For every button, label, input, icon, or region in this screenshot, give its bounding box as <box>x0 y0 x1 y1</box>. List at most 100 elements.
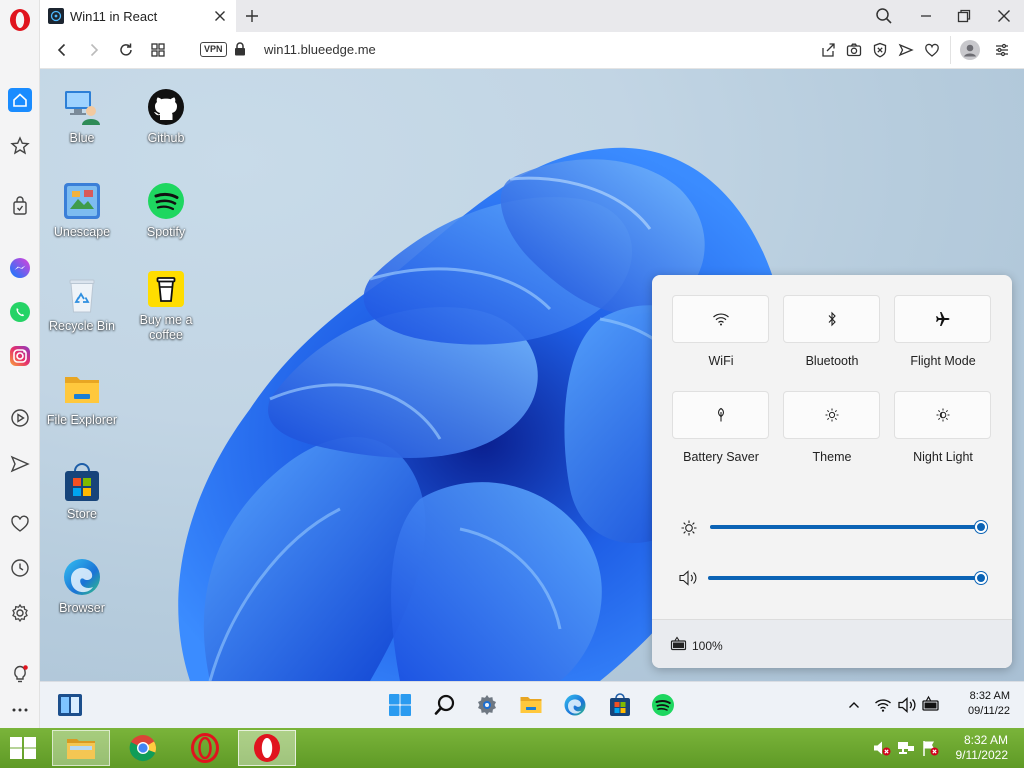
desktop-icon-blue[interactable]: Blue <box>40 87 124 146</box>
send-icon[interactable] <box>8 452 32 476</box>
minimize-icon[interactable] <box>914 4 938 28</box>
more-options-icon[interactable] <box>8 698 32 722</box>
tile-bluetooth[interactable] <box>783 295 880 343</box>
user-computer-icon <box>62 87 102 127</box>
tile-night-light[interactable] <box>894 391 991 439</box>
desktop-icon-github[interactable]: Github <box>124 87 208 146</box>
coffee-icon <box>146 269 186 309</box>
tray-chevron-up-icon[interactable] <box>844 695 864 715</box>
lock-icon[interactable] <box>234 42 248 58</box>
history-clock-icon[interactable] <box>8 556 32 580</box>
desktop-icon-spotify[interactable]: Spotify <box>124 181 208 240</box>
taskbar-clock[interactable]: 8:32 AM 09/11/22 <box>968 689 1010 719</box>
quick-settings-footer: 100% <box>652 619 1012 668</box>
snapshot-camera-icon[interactable] <box>842 38 866 62</box>
desktop-icon-recycle-bin[interactable]: Recycle Bin <box>40 275 124 334</box>
tray-volume-icon[interactable] <box>896 695 918 715</box>
messenger-icon[interactable] <box>8 256 32 280</box>
bookmarks-heart-icon[interactable] <box>8 512 32 536</box>
store-icon <box>62 463 102 503</box>
wifi-icon <box>712 312 730 326</box>
easy-setup-icon[interactable] <box>990 38 1014 62</box>
host-chrome-icon[interactable] <box>114 730 172 766</box>
bookmark-heart-icon[interactable] <box>920 38 944 62</box>
whatsapp-icon[interactable] <box>8 300 32 324</box>
new-tab-plus-icon[interactable] <box>240 4 264 28</box>
search-tabs-icon[interactable] <box>872 4 896 28</box>
brightness-knob[interactable] <box>975 521 987 533</box>
desktop-icon-browser[interactable]: Browser <box>40 557 124 616</box>
tile-theme[interactable] <box>783 391 880 439</box>
volume-knob[interactable] <box>975 572 987 584</box>
win11-taskbar: 8:32 AM 09/11/22 <box>40 681 1024 728</box>
reload-icon[interactable] <box>114 38 138 62</box>
desktop-icon-label: Spotify <box>146 225 186 239</box>
host-opera-icon[interactable] <box>238 730 296 766</box>
host-volume-muted-icon[interactable] <box>872 739 892 757</box>
desktop-icon-label: Browser <box>59 601 105 615</box>
shopping-bag-icon[interactable] <box>8 194 32 218</box>
tile-wifi[interactable] <box>672 295 769 343</box>
tab-favicon-icon <box>48 8 64 24</box>
taskbar-spotify-icon[interactable] <box>648 690 678 720</box>
player-icon[interactable] <box>8 406 32 430</box>
toolbar-divider <box>950 36 951 64</box>
tile-flight-mode[interactable] <box>894 295 991 343</box>
home-icon[interactable] <box>8 88 32 112</box>
theme-icon <box>824 407 840 423</box>
forward-arrow-icon[interactable] <box>82 38 106 62</box>
opera-sidebar <box>0 0 40 728</box>
battery-percent: 100% <box>692 639 723 653</box>
instagram-icon[interactable] <box>8 344 32 368</box>
opera-logo-icon[interactable] <box>8 8 32 32</box>
taskbar-search-icon[interactable] <box>430 690 460 720</box>
restore-icon[interactable] <box>952 4 976 28</box>
start-windows-icon[interactable] <box>385 690 415 720</box>
host-action-center-flag-icon[interactable] <box>920 739 940 757</box>
speed-dial-star-icon[interactable] <box>8 134 32 158</box>
desktop-icon-unescape[interactable]: Unescape <box>40 181 124 240</box>
tile-battery-saver[interactable] <box>672 391 769 439</box>
tab-grid-icon[interactable] <box>146 38 170 62</box>
back-arrow-icon[interactable] <box>50 38 74 62</box>
desktop-icon-label: Blue <box>69 131 95 145</box>
volume-fill <box>708 576 982 580</box>
github-icon <box>146 87 186 127</box>
volume-icon <box>678 569 698 587</box>
desktop-icon-label: Recycle Bin <box>49 319 115 333</box>
tray-wifi-icon[interactable] <box>872 695 894 715</box>
share-icon[interactable] <box>816 38 840 62</box>
battery-saver-icon <box>715 407 727 423</box>
taskbar-edge-icon[interactable] <box>560 690 590 720</box>
taskbar-file-explorer-icon[interactable] <box>516 690 546 720</box>
taskbar-store-icon[interactable] <box>605 690 635 720</box>
url-field[interactable]: win11.blueedge.me <box>264 42 376 57</box>
widgets-icon[interactable] <box>56 691 84 719</box>
tab-close-icon[interactable] <box>208 4 232 28</box>
tab-win11[interactable]: Win11 in React <box>40 0 236 32</box>
profile-avatar-icon[interactable] <box>958 38 982 62</box>
desktop-icon-label: Unescape <box>53 225 111 239</box>
settings-gear-icon[interactable] <box>8 601 32 625</box>
host-start-windows-icon[interactable] <box>8 735 38 761</box>
screen: Win11 in React VPN win11.blueedge.me Blu… <box>0 0 1024 768</box>
host-opera-outline-icon[interactable] <box>176 730 234 766</box>
taskbar-settings-icon[interactable] <box>472 690 502 720</box>
desktop-icon-buy-me-a-coffee[interactable]: Buy me a coffee <box>124 269 208 343</box>
send-to-flow-icon[interactable] <box>894 38 918 62</box>
vpn-badge[interactable]: VPN <box>200 42 227 57</box>
desktop-icon-label: Store <box>67 507 97 521</box>
tips-lightbulb-icon[interactable] <box>8 662 32 686</box>
quick-settings-panel: WiFi Bluetooth Flight Mode Battery Saver… <box>652 275 1012 668</box>
close-window-icon[interactable] <box>992 4 1016 28</box>
tray-battery-icon[interactable] <box>920 694 942 714</box>
adblock-shield-icon[interactable] <box>868 38 892 62</box>
host-file-explorer-icon[interactable] <box>52 730 110 766</box>
host-network-icon[interactable] <box>896 739 916 757</box>
desktop-icon-file-explorer[interactable]: File Explorer <box>40 369 124 428</box>
host-clock[interactable]: 8:32 AM 9/11/2022 <box>956 733 1009 763</box>
host-taskbar: 8:32 AM 9/11/2022 <box>0 728 1024 768</box>
tile-night-light-label: Night Light <box>913 450 973 464</box>
desktop-icon-label: Github <box>147 131 185 145</box>
desktop-icon-store[interactable]: Store <box>40 463 124 522</box>
